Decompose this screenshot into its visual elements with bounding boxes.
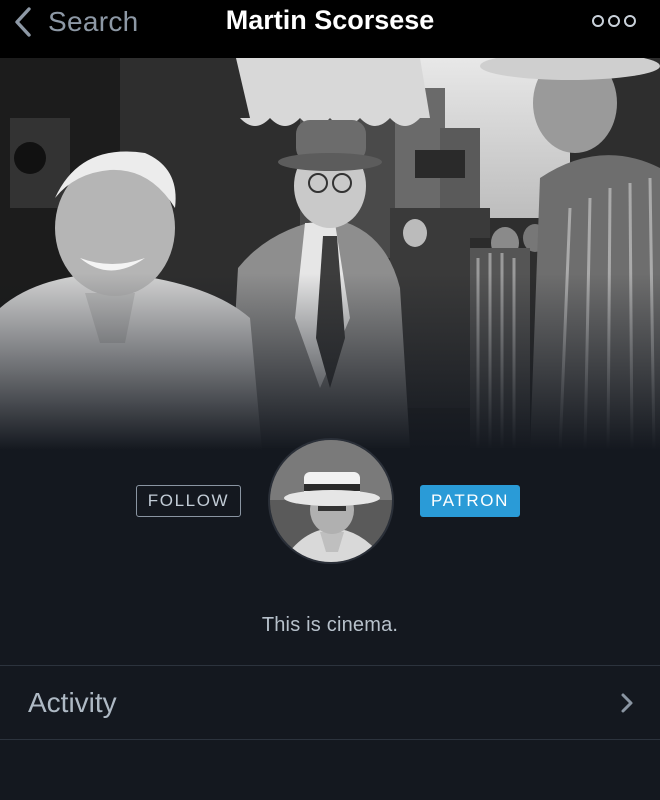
more-options-button[interactable] <box>592 10 636 32</box>
profile-bio: This is cinema. <box>261 614 399 636</box>
back-label: Search <box>48 6 139 37</box>
more-dot <box>592 15 604 27</box>
chevron-right-icon <box>621 693 633 713</box>
chevron-left-icon <box>15 7 31 37</box>
more-dot <box>608 15 620 27</box>
activity-row[interactable]: Activity <box>0 666 660 739</box>
follow-button[interactable]: FOLLOW <box>136 485 241 517</box>
avatar[interactable] <box>268 438 394 564</box>
back-button[interactable]: Search <box>12 0 139 44</box>
backdrop-image <box>0 58 660 450</box>
patron-badge[interactable]: PATRON <box>420 485 520 517</box>
profile-header: FOLLOW PATRON <box>0 436 660 566</box>
backdrop-photo <box>0 58 660 450</box>
avatar-photo <box>270 440 392 562</box>
nav-bar: Search Martin Scorsese <box>0 0 660 58</box>
activity-label: Activity <box>28 686 117 718</box>
divider <box>0 739 660 740</box>
more-dot <box>624 15 636 27</box>
